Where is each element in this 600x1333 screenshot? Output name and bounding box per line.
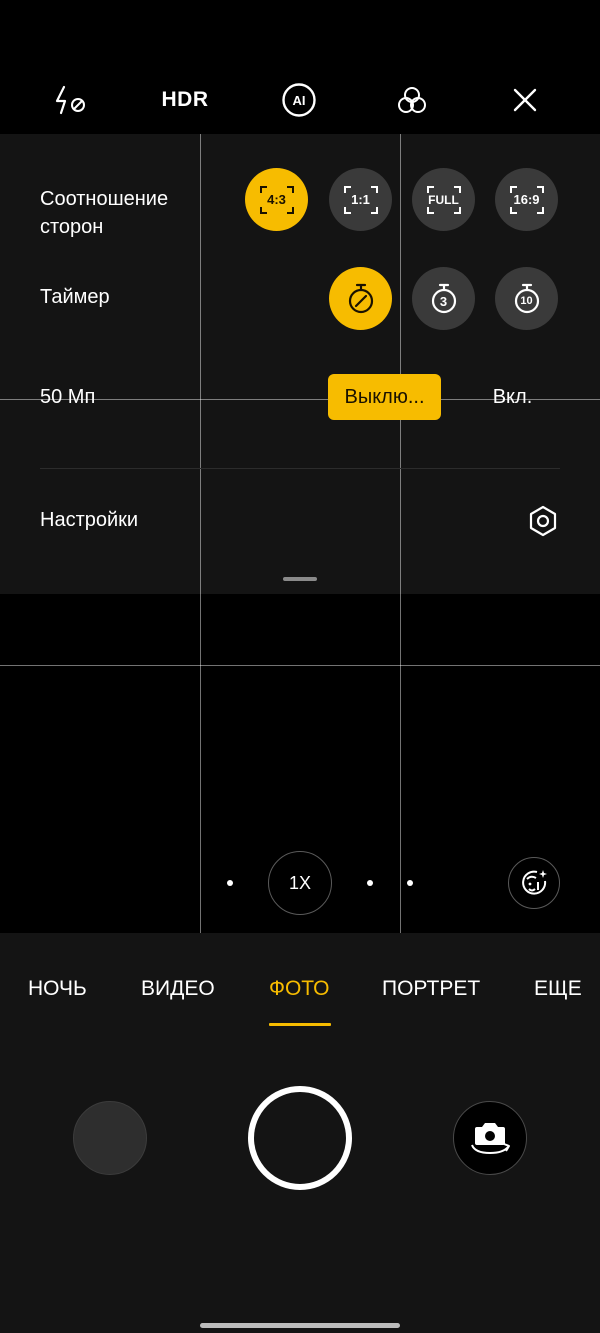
shutter-button[interactable] — [248, 1086, 352, 1190]
mode-video[interactable]: ВИДЕО — [141, 977, 215, 1001]
grid-line-h2 — [0, 665, 600, 666]
face-beauty-icon — [522, 870, 547, 895]
panel-drag-handle[interactable] — [283, 577, 317, 581]
aspect-1-1-button[interactable]: 1:1 — [329, 168, 392, 231]
aspect-full-button[interactable]: FULL — [412, 168, 475, 231]
quick-settings-panel: Соотношение сторон 4:3 1:1 FULL 16:9 Тай… — [0, 134, 600, 594]
timer-3s-label: 3 — [439, 293, 448, 309]
grid-line-v1-viewfinder — [200, 594, 201, 933]
megapixels-on-option[interactable]: Вкл. — [470, 374, 555, 420]
zoom-stop-dot[interactable] — [367, 880, 373, 886]
timer-3s-button[interactable]: 3 — [412, 267, 475, 330]
aspect-16-9-label: 16:9 — [513, 192, 540, 207]
top-bar: HDR AI — [0, 0, 600, 134]
aspect-1-1-label: 1:1 — [351, 192, 370, 207]
zoom-button[interactable]: 1X — [268, 851, 332, 915]
grid-line-v2 — [400, 134, 401, 594]
timer-off-icon — [348, 283, 373, 313]
ai-label: AI — [292, 92, 306, 108]
hdr-button[interactable]: HDR — [159, 74, 211, 126]
gallery-thumbnail[interactable] — [73, 1101, 147, 1175]
hexagon-settings-icon — [529, 505, 557, 537]
aspect-full-label: FULL — [428, 192, 459, 207]
filters-icon — [398, 87, 426, 113]
close-icon — [513, 88, 537, 112]
grid-line-v2-viewfinder — [400, 594, 401, 933]
close-button[interactable] — [499, 74, 551, 126]
settings-label: Настройки — [40, 509, 139, 531]
megapixels-label: 50 Мп — [40, 386, 96, 408]
beauty-button[interactable] — [508, 857, 560, 909]
panel-divider — [40, 468, 560, 469]
switch-camera-button[interactable] — [453, 1101, 527, 1175]
mode-portrait[interactable]: ПОРТРЕТ — [382, 977, 480, 1001]
viewfinder[interactable]: 1X — [0, 594, 600, 933]
megapixels-off-option[interactable]: Выклю... — [328, 374, 441, 420]
aspect-4-3-button[interactable]: 4:3 — [245, 168, 308, 231]
flash-off-icon — [55, 85, 85, 115]
timer-label: Таймер — [40, 286, 110, 308]
active-mode-indicator — [269, 1023, 331, 1026]
bottom-controls: НОЧЬ ВИДЕО ФОТО ПОРТРЕТ ЕЩЕ — [0, 933, 600, 1333]
settings-button[interactable] — [524, 502, 562, 540]
mode-more[interactable]: ЕЩЕ — [534, 977, 582, 1001]
switch-camera-icon — [471, 1123, 510, 1155]
aspect-16-9-button[interactable]: 16:9 — [495, 168, 558, 231]
zoom-stop-dot[interactable] — [227, 880, 233, 886]
timer-off-button[interactable] — [329, 267, 392, 330]
filters-button[interactable] — [386, 74, 438, 126]
timer-10s-button[interactable]: 10 — [495, 267, 558, 330]
zoom-stop-dot[interactable] — [407, 880, 413, 886]
mode-photo[interactable]: ФОТО — [269, 977, 330, 1001]
aspect-4-3-label: 4:3 — [267, 192, 286, 207]
flash-button[interactable] — [46, 74, 98, 126]
ai-button[interactable]: AI — [273, 74, 325, 126]
mode-night[interactable]: НОЧЬ — [28, 977, 87, 1001]
home-indicator[interactable] — [200, 1323, 400, 1328]
aspect-ratio-label: Соотношение сторон — [40, 188, 169, 238]
timer-10s-label: 10 — [520, 295, 533, 307]
